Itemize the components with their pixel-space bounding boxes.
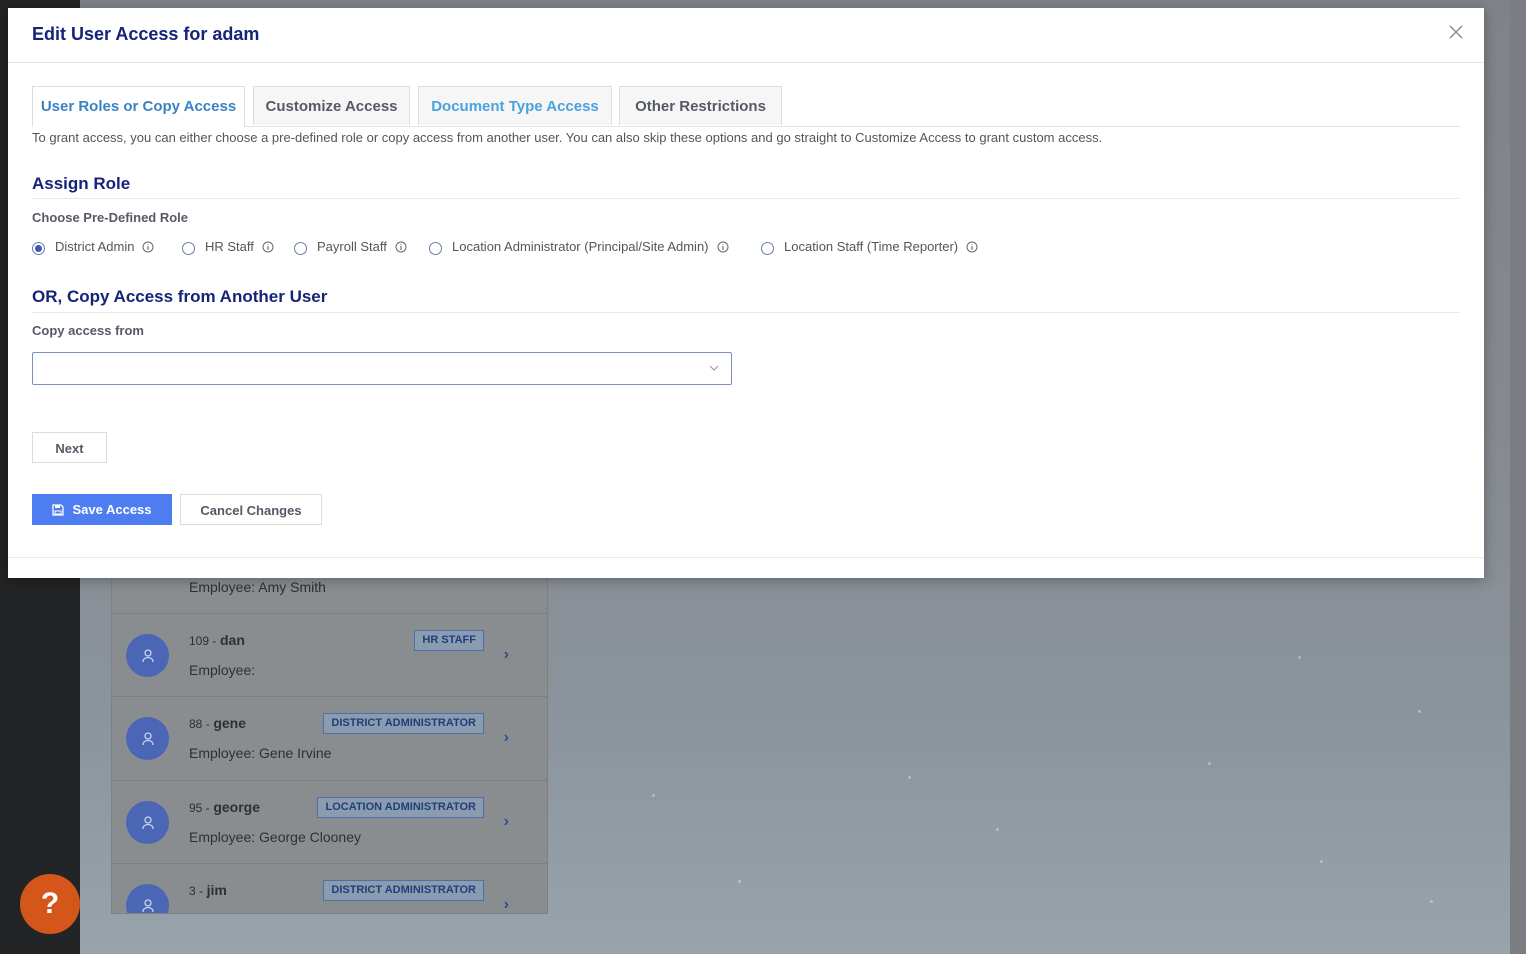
radio-location-staff[interactable]: Location Staff (Time Reporter) <box>761 238 978 255</box>
avatar <box>126 801 169 844</box>
page-scrollbar[interactable] <box>1510 0 1526 954</box>
save-access-button[interactable]: Save Access <box>32 494 172 525</box>
radio-label: Location Staff (Time Reporter) <box>784 239 959 254</box>
divider <box>32 198 1460 199</box>
user-id: 3 - <box>189 884 204 898</box>
list-item[interactable]: 109 - dan Employee: HR STAFF › <box>112 613 547 697</box>
radio-button[interactable] <box>182 242 195 255</box>
radio-button[interactable] <box>294 242 307 255</box>
radio-label: District Admin <box>55 239 135 254</box>
user-list: Employee: Amy Smith 109 - dan Employee: … <box>111 560 548 914</box>
copy-access-heading: OR, Copy Access from Another User <box>32 287 328 306</box>
avatar <box>126 634 169 677</box>
radio-district-admin[interactable]: District Admin <box>32 238 154 255</box>
avatar <box>126 717 169 760</box>
radio-label: HR Staff <box>205 239 254 254</box>
help-button[interactable]: ? <box>20 874 80 934</box>
user-id: 88 - <box>189 717 210 731</box>
info-icon[interactable] <box>966 241 978 253</box>
info-icon[interactable] <box>262 241 274 253</box>
radio-button[interactable] <box>761 242 774 255</box>
chevron-right-icon[interactable]: › <box>504 729 509 747</box>
info-icon[interactable] <box>717 241 729 253</box>
user-name: dan <box>219 632 245 648</box>
user-icon <box>141 648 154 662</box>
chevron-down-icon[interactable] <box>709 363 719 373</box>
divider <box>32 312 1460 313</box>
close-icon[interactable] <box>1448 24 1464 40</box>
intro-text: To grant access, you can either choose a… <box>32 130 1103 145</box>
next-button[interactable]: Next <box>32 432 107 463</box>
chevron-right-icon[interactable]: › <box>504 896 509 913</box>
radio-button[interactable] <box>32 242 45 255</box>
radio-location-administrator[interactable]: Location Administrator (Principal/Site A… <box>429 238 729 255</box>
user-name: george <box>213 799 260 815</box>
user-id: 95 - <box>189 801 210 815</box>
user-employee: Employee: Amy Smith <box>189 579 326 595</box>
list-item[interactable]: 95 - george Employee: George Clooney LOC… <box>112 780 547 864</box>
user-icon <box>141 898 154 912</box>
info-icon[interactable] <box>395 241 407 253</box>
tab-bar: User Roles or Copy Access Customize Acce… <box>32 86 1460 127</box>
list-item[interactable]: 88 - gene Employee: Gene Irvine DISTRICT… <box>112 696 547 780</box>
role-badge: DISTRICT ADMINISTRATOR <box>323 713 484 734</box>
assign-role-heading: Assign Role <box>32 174 131 193</box>
divider <box>8 557 1484 558</box>
avatar <box>126 884 169 913</box>
chevron-right-icon[interactable]: › <box>504 646 509 664</box>
role-badge: HR STAFF <box>414 630 484 651</box>
user-icon <box>141 731 154 745</box>
radio-payroll-staff[interactable]: Payroll Staff <box>294 238 407 255</box>
info-icon[interactable] <box>142 241 154 253</box>
user-employee: Employee: <box>189 662 256 678</box>
role-badge: LOCATION ADMINISTRATOR <box>317 797 484 818</box>
tab-customize-access[interactable]: Customize Access <box>253 86 410 125</box>
modal-title: Edit User Access for adam <box>32 24 260 44</box>
user-name: jim <box>206 882 227 898</box>
tab-other-restrictions[interactable]: Other Restrictions <box>619 86 782 125</box>
user-employee: Employee: George Clooney <box>189 829 361 845</box>
role-badge: DISTRICT ADMINISTRATOR <box>323 880 484 901</box>
radio-label: Location Administrator (Principal/Site A… <box>452 239 709 254</box>
radio-label: Payroll Staff <box>317 239 387 254</box>
role-field-label: Choose Pre-Defined Role <box>32 210 189 225</box>
list-item[interactable]: 3 - jim DISTRICT ADMINISTRATOR › <box>112 863 547 913</box>
tab-user-roles[interactable]: User Roles or Copy Access <box>32 86 245 127</box>
user-id: 109 - <box>189 634 217 648</box>
edit-user-access-modal: Edit User Access for adam User Roles or … <box>8 8 1484 578</box>
user-icon <box>141 815 154 829</box>
radio-hr-staff[interactable]: HR Staff <box>182 238 274 255</box>
cancel-changes-button[interactable]: Cancel Changes <box>180 494 322 525</box>
copy-access-label: Copy access from <box>32 323 144 338</box>
user-employee: Employee: Gene Irvine <box>189 745 332 761</box>
save-label: Save Access <box>72 502 152 517</box>
chevron-right-icon[interactable]: › <box>504 813 509 831</box>
copy-access-select[interactable] <box>32 352 732 385</box>
radio-button[interactable] <box>429 242 442 255</box>
user-name: gene <box>213 715 246 731</box>
tab-document-type-access[interactable]: Document Type Access <box>418 86 612 125</box>
modal-header: Edit User Access for adam <box>8 8 1484 63</box>
save-icon <box>52 503 65 516</box>
